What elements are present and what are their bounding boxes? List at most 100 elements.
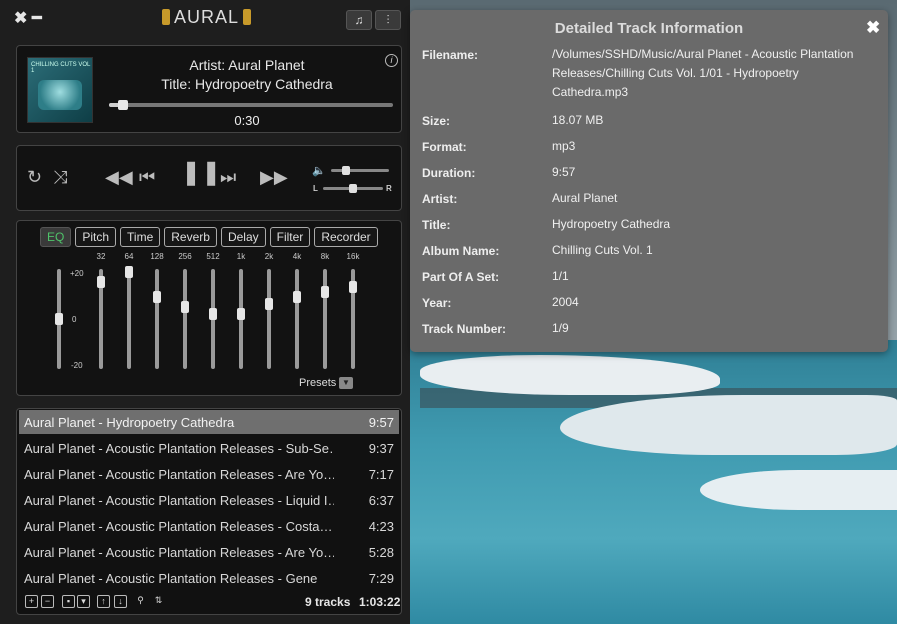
tab-reverb[interactable]: Reverb	[164, 227, 217, 247]
eq-band-frequency: 512	[206, 252, 220, 261]
eq-band-knob[interactable]	[97, 275, 105, 288]
presets-label: Presets	[299, 377, 337, 389]
skip-next-icon[interactable]: ⏭	[220, 168, 236, 186]
track-duration: 7:17	[368, 467, 394, 482]
trash-icon[interactable]: ▾	[77, 595, 90, 608]
eq-band-knob[interactable]	[181, 300, 189, 313]
info-icon[interactable]: i	[385, 54, 398, 67]
eq-preamp-knob[interactable]	[55, 313, 63, 325]
app-logo: AURAL	[162, 6, 252, 28]
player-window: ✖ ━ AURAL ♫ ⫶ CHILLING CUTS VOL 1 Artist…	[0, 0, 410, 624]
move-up-icon[interactable]: ↑	[97, 595, 110, 608]
track-duration: 9:57	[368, 415, 394, 430]
tab-time[interactable]: Time	[120, 227, 161, 247]
info-field-key: Year:	[422, 296, 452, 310]
track-title: Aural Planet - Hydropoetry Cathedra	[24, 415, 235, 430]
volume-icon[interactable]: 🔈	[312, 164, 326, 177]
close-icon[interactable]: ✖	[866, 18, 880, 38]
eq-band-frequency: 1k	[236, 252, 246, 261]
info-field-value: Hydropoetry Cathedra	[552, 217, 671, 231]
balance-left-label: L	[313, 184, 318, 193]
fast-forward-icon[interactable]: ▶▶	[260, 168, 288, 186]
info-field-value: Chilling Cuts Vol. 1	[552, 243, 653, 257]
rewind-icon[interactable]: ◀◀	[105, 168, 133, 186]
eq-band-slider[interactable]	[323, 269, 327, 369]
seek-bar-knob[interactable]	[118, 100, 129, 110]
balance-slider[interactable]	[323, 184, 383, 193]
skip-previous-icon[interactable]: ⏮	[139, 168, 155, 186]
track-duration: 4:23	[368, 519, 394, 534]
eq-band-knob[interactable]	[265, 298, 273, 310]
playlist-panel: Aural Planet - Hydropoetry Cathedra 9:57 A…	[16, 408, 402, 615]
track-title: Aural Planet - Acoustic Plantation Relea…	[24, 571, 318, 586]
eq-band-frequency: 2k	[264, 252, 274, 261]
tab-recorder[interactable]: Recorder	[314, 227, 378, 247]
cover-text: CHILLING CUTS VOL 1	[31, 62, 91, 74]
balance-slider-knob[interactable]	[349, 184, 357, 193]
playlist-row[interactable]: Aural Planet - Acoustic Plantation Relea…	[19, 514, 399, 538]
now-playing-panel: CHILLING CUTS VOL 1 Artist: Aural Planet…	[16, 45, 402, 133]
add-icon[interactable]: +	[25, 595, 38, 608]
seek-bar[interactable]	[109, 100, 393, 110]
wallpaper-ice	[700, 470, 897, 510]
playlist-row[interactable]: Aural Planet - Acoustic Plantation Relea…	[19, 462, 399, 486]
playlist-row[interactable]: Aural Planet - Acoustic Plantation Relea…	[19, 436, 399, 460]
close-icon[interactable]: ✖	[14, 8, 27, 28]
transport-panel: ↻ ⤨ ◀◀ ⏮ ❚❚ ⏭ ▶▶ 🔈 L R	[16, 145, 402, 211]
presets-dropdown-button[interactable]: ▼	[339, 377, 353, 389]
elapsed-time[interactable]: 0:30	[217, 113, 277, 128]
eq-band-slider[interactable]	[295, 269, 299, 369]
eq-scale-max: +20	[70, 269, 84, 278]
minimize-icon[interactable]: ━	[32, 8, 42, 28]
info-field-value: 1/9	[552, 321, 569, 335]
track-info-popover: Detailed Track Information ✖ Filename: /V…	[410, 10, 888, 352]
eq-band-frequency: 128	[150, 252, 164, 261]
playlist-icon[interactable]: ♫	[346, 10, 372, 30]
speaker-icon	[243, 9, 252, 25]
eq-band-knob[interactable]	[153, 290, 161, 303]
eq-band-slider[interactable]	[127, 269, 131, 369]
sort-icon[interactable]: ⇅	[153, 595, 164, 606]
title-line: Title: Hydropoetry Cathedra	[161, 76, 333, 92]
eq-band-knob[interactable]	[321, 285, 329, 298]
info-field-value: mp3	[552, 139, 576, 153]
eq-band-frequency: 64	[124, 252, 134, 261]
effects-panel: EQ Pitch Time Reverb Delay Filter Record…	[16, 220, 402, 396]
sliders-icon[interactable]: ⫶	[375, 10, 401, 30]
search-icon[interactable]: ⚲	[135, 595, 146, 606]
track-duration: 7:29	[368, 571, 394, 586]
volume-slider[interactable]	[331, 166, 389, 175]
popover-title: Detailed Track Information	[554, 20, 744, 37]
eq-band-slider[interactable]	[267, 269, 271, 369]
eq-band-frequency: 8k	[320, 252, 330, 261]
playlist-row[interactable]: Aural Planet - Hydropoetry Cathedra 9:57	[19, 410, 399, 434]
tab-eq[interactable]: EQ	[40, 227, 72, 247]
eq-band-knob[interactable]	[293, 290, 301, 303]
eq-band-knob[interactable]	[349, 280, 357, 293]
eq-band-knob[interactable]	[125, 265, 133, 278]
tab-pitch[interactable]: Pitch	[75, 227, 117, 247]
volume-slider-knob[interactable]	[341, 166, 350, 175]
repeat-icon[interactable]: ↻	[27, 168, 42, 186]
eq-band-knob[interactable]	[237, 308, 245, 320]
info-field-key: Format:	[422, 140, 467, 154]
eq-band-knob[interactable]	[209, 308, 217, 320]
track-title: Aural Planet - Acoustic Plantation Relea…	[24, 493, 334, 508]
playlist-row[interactable]: Aural Planet - Acoustic Plantation Relea…	[19, 540, 399, 564]
tab-filter[interactable]: Filter	[269, 227, 311, 247]
playlist-row[interactable]: Aural Planet - Acoustic Plantation Relea…	[19, 566, 399, 590]
playlist-row[interactable]: Aural Planet - Acoustic Plantation Relea…	[19, 488, 399, 512]
eq-band-slider[interactable]	[183, 269, 187, 369]
remove-icon[interactable]: −	[41, 595, 54, 608]
move-down-icon[interactable]: ↓	[114, 595, 127, 608]
pause-icon[interactable]: ❚❚	[181, 161, 221, 185]
eq-scale-zero: 0	[72, 315, 77, 324]
artist-line: Artist: Aural Planet	[189, 57, 305, 73]
tab-delay[interactable]: Delay	[220, 227, 266, 247]
shuffle-icon[interactable]: ⤨	[53, 168, 67, 186]
info-field-key: Duration:	[422, 166, 476, 180]
eq-band-slider[interactable]	[155, 269, 159, 369]
track-title: Aural Planet - Acoustic Plantation Relea…	[24, 467, 334, 482]
speaker-icon	[162, 9, 170, 25]
save-icon[interactable]: ▪	[62, 595, 75, 608]
